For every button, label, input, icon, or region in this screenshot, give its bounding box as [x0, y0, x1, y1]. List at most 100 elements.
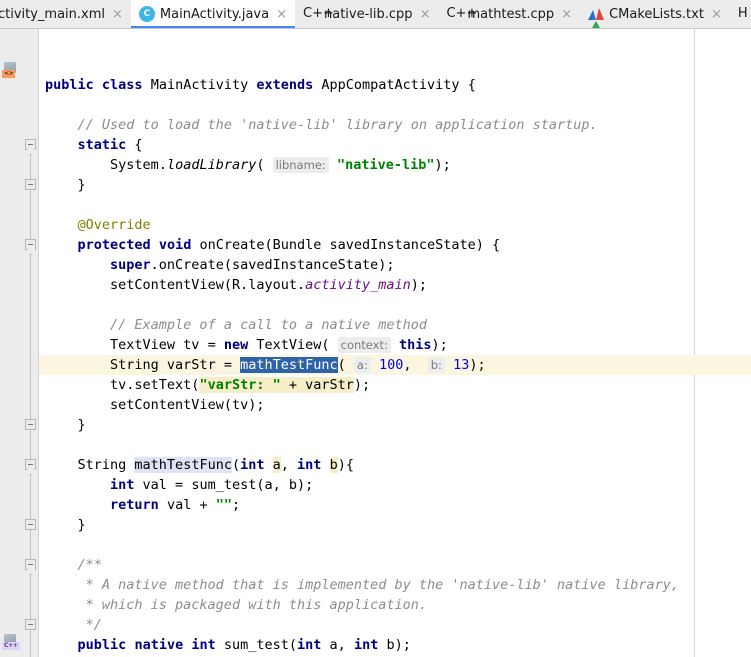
editor-tab-activity-main-xml[interactable]: activity_main.xml ×: [0, 0, 131, 28]
code-line[interactable]: String varStr = mathTestFunc( a: 100, b:…: [110, 355, 486, 375]
code-line[interactable]: /**: [78, 555, 102, 575]
code-line[interactable]: return val + "";: [110, 495, 240, 515]
tab-close-icon[interactable]: ×: [418, 8, 433, 21]
code-token: activity_main: [305, 277, 411, 293]
code-token: );: [410, 277, 428, 293]
code-line[interactable]: static {: [78, 135, 143, 155]
code-token: setContentView(tv);: [110, 397, 265, 413]
code-token: int: [297, 637, 322, 653]
editor-tab-cmakelists-txt[interactable]: CMakeLists.txt ×: [580, 0, 730, 28]
code-token: }: [77, 417, 86, 433]
code-line[interactable]: TextView tv = new TextView( context: thi…: [110, 335, 448, 355]
code-line[interactable]: System.loadLibrary( libname: "native-lib…: [110, 155, 451, 175]
code-line[interactable]: tv.setText("varStr: " + varStr);: [110, 375, 370, 395]
fold-toggle-marker[interactable]: [25, 459, 36, 470]
selected-identifier[interactable]: mathTestFunc: [240, 357, 338, 373]
code-line[interactable]: protected void onCreate(Bundle savedInst…: [78, 235, 501, 255]
code-token: String: [77, 457, 135, 473]
code-token: ;: [231, 497, 241, 513]
editor-tab-bar[interactable]: activity_main.xml × C MainActivity.java × C++…: [0, 0, 751, 29]
header-file-icon: H: [738, 6, 751, 22]
code-line[interactable]: */: [86, 615, 102, 635]
code-line[interactable]: setContentView(tv);: [110, 395, 264, 415]
fold-toggle-marker[interactable]: [25, 239, 36, 250]
code-line[interactable]: }: [78, 175, 86, 195]
code-line[interactable]: }: [78, 515, 86, 535]
code-line[interactable]: setContentView(R.layout.activity_main);: [110, 275, 427, 295]
fold-toggle-marker[interactable]: [25, 419, 36, 430]
fold-toggle-marker[interactable]: [25, 139, 36, 150]
code-token: int: [353, 637, 379, 653]
editor-tab-mathtest-h[interactable]: Hmathtest.h×: [729, 0, 751, 28]
code-token: "": [215, 497, 232, 513]
cmake-file-icon: [588, 6, 605, 28]
highlighted-parameter: a: [272, 457, 281, 473]
code-line[interactable]: // Example of a call to a native method: [110, 315, 427, 335]
code-token: );: [353, 377, 371, 393]
fold-toggle-marker[interactable]: [25, 519, 36, 530]
method-call-token: loadLibrary: [166, 157, 257, 173]
cpp-file-icon: C++: [446, 6, 477, 22]
parameter-hint[interactable]: a:: [353, 357, 371, 373]
code-token: TextView(: [248, 337, 338, 353]
code-token: // Used to load the 'native-lib' library…: [77, 117, 598, 133]
code-line[interactable]: * A native method that is implemented by…: [86, 575, 679, 595]
code-token: */: [85, 617, 102, 633]
xml-marker-gutter-icon[interactable]: <>: [2, 61, 22, 81]
fold-toggle-marker[interactable]: [25, 179, 36, 190]
code-token: .onCreate(savedInstanceState);: [150, 257, 395, 273]
code-token: super: [110, 257, 151, 273]
editor-tab-mathtest-cpp[interactable]: C++ mathtest.cpp ×: [438, 0, 581, 28]
editor-tab-native-lib-cpp[interactable]: C++ native-lib.cpp ×: [295, 0, 439, 28]
code-line[interactable]: public class MainActivity extends AppCom…: [45, 75, 476, 95]
code-token: public: [45, 77, 94, 93]
code-line[interactable]: int val = sum_test(a, b);: [110, 475, 313, 495]
cpp-badge: C++: [303, 6, 334, 21]
cpp-marker-gutter-icon[interactable]: C++: [2, 633, 22, 653]
editor-tab-label: activity_main.xml: [0, 6, 106, 22]
editor-gutter[interactable]: <> C++: [0, 29, 24, 657]
code-token: @Override: [77, 217, 151, 233]
tab-close-icon[interactable]: ×: [110, 8, 125, 21]
parameter-hint[interactable]: b:: [427, 357, 445, 373]
code-token: class: [101, 77, 143, 93]
code-token: {: [126, 137, 143, 153]
java-class-icon: C: [138, 6, 155, 22]
code-token: // Example of a call to a native method: [110, 317, 428, 333]
fold-toggle-marker[interactable]: [25, 559, 36, 570]
code-line[interactable]: super.onCreate(savedInstanceState);: [110, 255, 394, 275]
code-content-area[interactable]: public class MainActivity extends AppCom…: [39, 29, 751, 657]
code-line[interactable]: // Used to load the 'native-lib' library…: [78, 115, 598, 135]
tab-close-icon[interactable]: ×: [709, 8, 724, 21]
code-folding-strip[interactable]: [24, 29, 39, 657]
code-line[interactable]: * which is packaged with this applicatio…: [86, 595, 427, 615]
code-token: tv.setText(: [110, 377, 200, 393]
code-line[interactable]: public native int sum_test(int a, int b)…: [78, 635, 411, 655]
fold-toggle-marker[interactable]: [25, 619, 36, 630]
code-line[interactable]: @Override: [78, 215, 151, 235]
code-token: int: [110, 477, 135, 493]
code-token: (: [256, 157, 273, 173]
code-token: (: [231, 457, 241, 473]
parameter-hint[interactable]: libname:: [272, 157, 329, 173]
tab-close-icon[interactable]: ×: [559, 8, 574, 21]
code-line[interactable]: String mathTestFunc(int a, int b){: [78, 455, 354, 475]
code-editor[interactable]: <> C++ public class MainActivity extends…: [0, 29, 751, 657]
code-token: * A native method that is implemented by…: [85, 577, 679, 593]
highlighted-code-token: +: [280, 377, 306, 393]
code-token: sum_test(: [215, 637, 298, 653]
code-line[interactable]: }: [78, 415, 86, 435]
code-token: ){: [337, 457, 354, 473]
parameter-hint[interactable]: context:: [337, 337, 391, 353]
code-token: static: [77, 137, 127, 153]
xml-badge: <>: [2, 70, 16, 78]
code-token: void: [158, 237, 192, 253]
editor-tab-mainactivity-java[interactable]: C MainActivity.java ×: [130, 0, 296, 28]
tab-close-icon[interactable]: ×: [274, 8, 289, 21]
editor-tab-label: native-lib.cpp: [324, 6, 413, 22]
